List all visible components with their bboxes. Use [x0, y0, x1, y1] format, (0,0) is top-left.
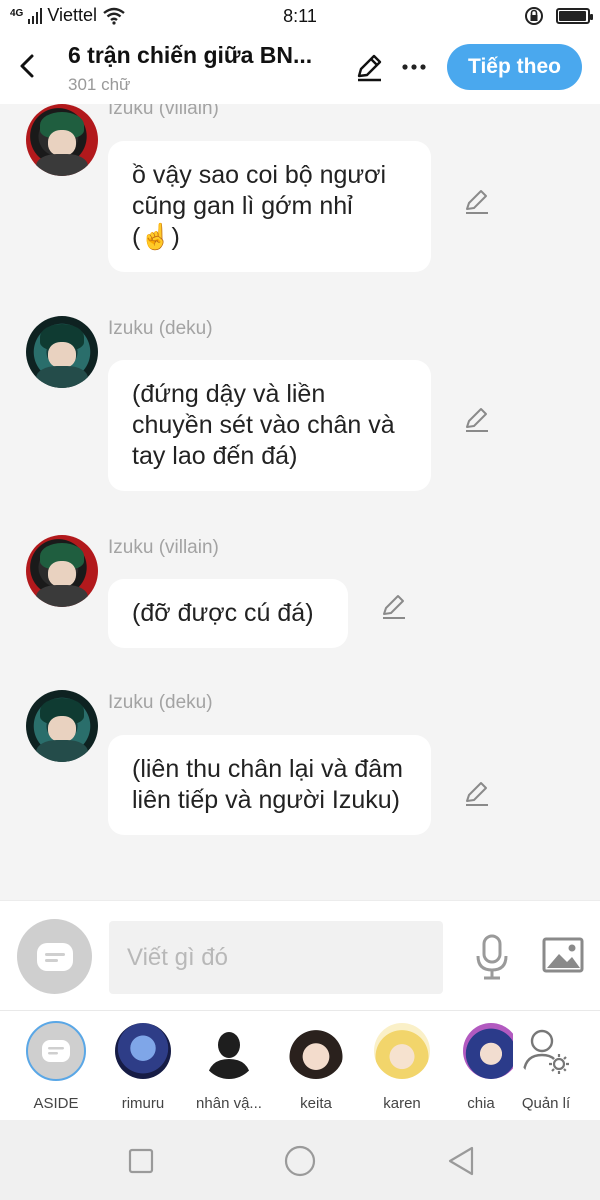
system-nav-bar: [0, 1120, 600, 1200]
character-label: Quản lí: [521, 1095, 571, 1112]
character-label: chia: [467, 1095, 495, 1112]
sender-name: Izuku (deku): [108, 692, 213, 713]
rotation-lock-icon: [525, 7, 543, 25]
manage-characters-button[interactable]: Quản lí: [506, 1023, 586, 1112]
back-nav-button[interactable]: [444, 1144, 478, 1178]
input-bar: [0, 900, 600, 1010]
edit-title-button[interactable]: [354, 52, 384, 82]
image-upload-button[interactable]: [542, 937, 584, 973]
page-title: 6 trận chiến giữa BN...: [68, 42, 313, 68]
title-block: 6 trận chiến giữa BN... 301 chữ: [68, 42, 343, 95]
character-keita[interactable]: keita: [276, 1023, 356, 1112]
status-bar: 4G Viettel 8:11: [0, 0, 600, 32]
aside-toggle-button[interactable]: [17, 919, 92, 994]
silhouette-avatar: [201, 1023, 257, 1079]
edit-message-icon[interactable]: [463, 188, 491, 216]
message-text: (liên thu chân lại và đâm liên tiếp và n…: [132, 755, 403, 814]
character-label: karen: [383, 1095, 421, 1112]
recent-apps-button[interactable]: [124, 1144, 158, 1178]
word-count: 301 chữ: [68, 75, 131, 94]
chat-area[interactable]: Izuku (villain) ồ vậy sao coi bộ ngươi c…: [0, 104, 600, 900]
message-input[interactable]: [109, 921, 443, 994]
character-chia[interactable]: chia: [449, 1023, 513, 1112]
aside-avatar: [26, 1021, 86, 1081]
message-text: ồ vậy sao coi bộ ngươi cũng gan lì gớm n…: [132, 161, 387, 251]
karen-avatar: [374, 1023, 430, 1079]
message-bubble[interactable]: (liên thu chân lại và đâm liên tiếp và n…: [108, 735, 431, 835]
villain-avatar[interactable]: [26, 535, 98, 607]
microphone-button[interactable]: [474, 934, 510, 980]
message-bubble[interactable]: (đứng dậy và liền chuyền sét vào chân và…: [108, 360, 431, 491]
character-aside[interactable]: ASIDE: [16, 1021, 96, 1112]
next-button[interactable]: Tiếp theo: [447, 44, 582, 90]
character-unnamed[interactable]: nhân vậ...: [189, 1023, 269, 1112]
status-right: [524, 6, 593, 26]
sender-name: Izuku (villain): [108, 537, 219, 558]
header: 6 trận chiến giữa BN... 301 chữ Tiếp the…: [0, 32, 600, 104]
aside-icon: [42, 1040, 70, 1062]
deku-avatar[interactable]: [26, 690, 98, 762]
character-label: ASIDE: [33, 1095, 79, 1112]
deku-avatar[interactable]: [26, 316, 98, 388]
villain-avatar[interactable]: [26, 104, 98, 176]
user-settings-icon: [518, 1023, 574, 1079]
aside-icon: [36, 942, 73, 971]
edit-message-icon[interactable]: [463, 406, 491, 434]
message-text: (đứng dậy và liền chuyền sét vào chân và…: [132, 380, 395, 470]
home-button[interactable]: [283, 1144, 317, 1178]
character-label: nhân vậ...: [196, 1095, 262, 1112]
edit-message-icon[interactable]: [380, 593, 408, 621]
character-label: keita: [300, 1095, 332, 1112]
message-text: (đỡ được cú đá): [132, 599, 314, 627]
rimuru-avatar: [115, 1023, 171, 1079]
sender-name: Izuku (deku): [108, 318, 213, 339]
message-bubble[interactable]: (đỡ được cú đá): [108, 579, 348, 648]
sender-name: Izuku (villain): [108, 104, 219, 119]
character-bar: ASIDE rimuru nhân vậ... keita karen chia: [0, 1010, 600, 1120]
edit-message-icon[interactable]: [463, 780, 491, 808]
character-rimuru[interactable]: rimuru: [103, 1023, 183, 1112]
character-karen[interactable]: karen: [362, 1023, 442, 1112]
more-options-button[interactable]: [400, 52, 428, 82]
character-label: rimuru: [121, 1095, 165, 1112]
battery-icon: [556, 8, 593, 24]
status-time: 8:11: [283, 6, 317, 26]
more-dots-icon: [402, 64, 426, 70]
keita-avatar: [288, 1023, 344, 1079]
message-bubble[interactable]: ồ vậy sao coi bộ ngươi cũng gan lì gớm n…: [108, 141, 431, 272]
back-button[interactable]: [14, 50, 42, 82]
